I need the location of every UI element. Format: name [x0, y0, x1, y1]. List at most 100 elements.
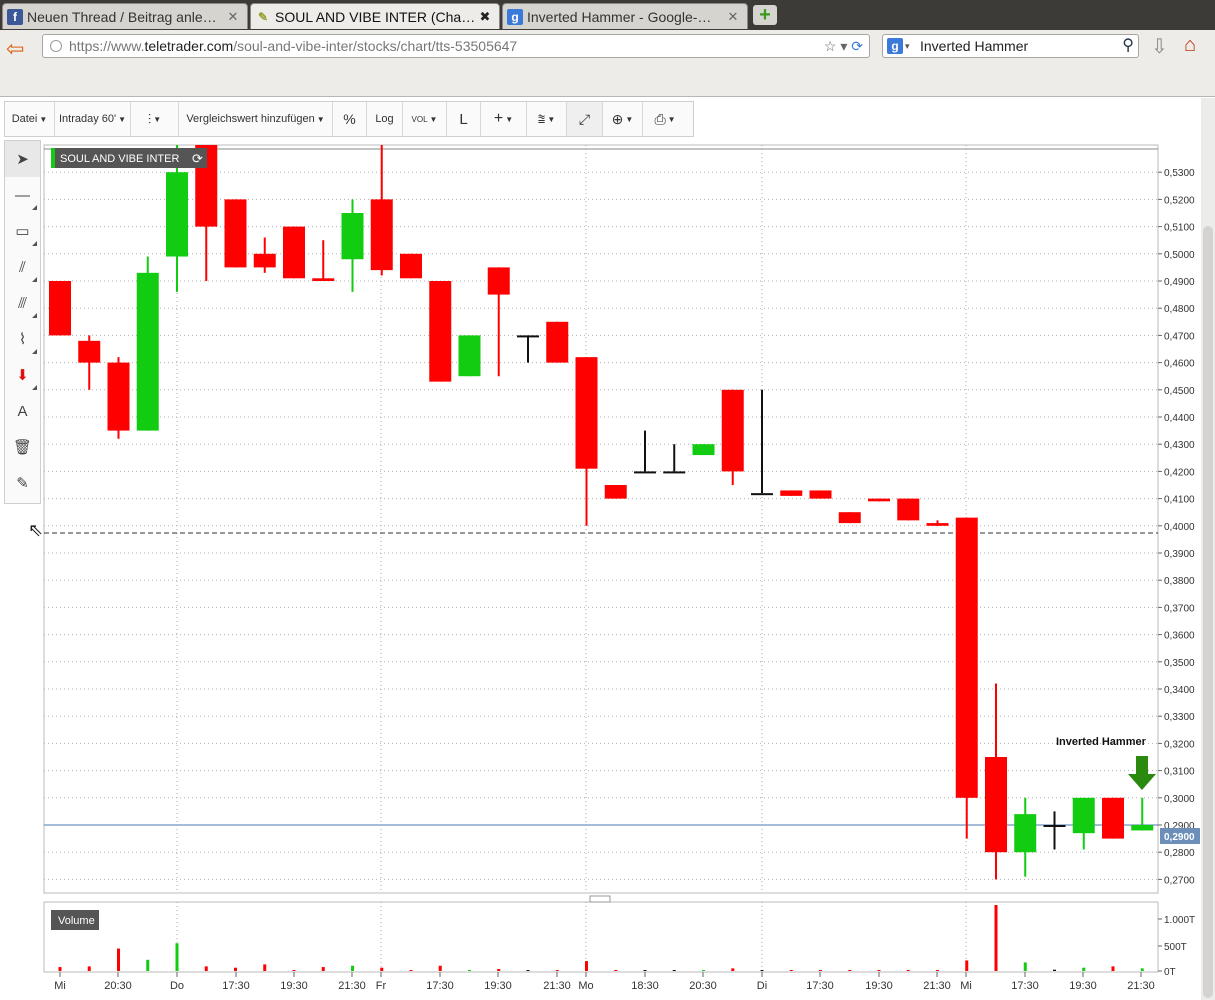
- volume-bar: [1023, 962, 1027, 971]
- volume-bar: [204, 966, 208, 971]
- x-tick-label: Do: [170, 980, 184, 992]
- candle: [283, 226, 305, 279]
- bookmark-star-icon[interactable]: ☆ ▾ ⟳: [824, 35, 863, 57]
- volume-bar: [351, 965, 354, 971]
- tab-title: Inverted Hammer - Google-…: [527, 8, 712, 25]
- candle: [926, 520, 949, 526]
- crosshair-button[interactable]: + ▼: [481, 102, 527, 136]
- percent-label: %: [343, 111, 356, 127]
- volume-pane-frame: [43, 901, 1159, 973]
- volume-bar: [702, 970, 705, 971]
- refresh-icon[interactable]: ⟳: [192, 151, 203, 166]
- url-path: /soul-and-vibe-inter/stocks/chart/tts-53…: [233, 38, 518, 54]
- x-tick-label: 19:30: [280, 980, 308, 992]
- back-arrow-icon[interactable]: ⇦: [6, 36, 24, 62]
- chevron-down-icon: ▼: [547, 114, 556, 124]
- tab-title: SOUL AND VIBE INTER (Cha…: [275, 8, 476, 25]
- globe-icon: [50, 40, 62, 52]
- crosshair-icon: +: [493, 110, 504, 127]
- close-tab-icon[interactable]: ✕: [725, 9, 741, 25]
- candle: [107, 357, 130, 439]
- candles-group: [49, 145, 1154, 880]
- volume-bar: [585, 961, 588, 971]
- y-tick-label: 0,4200: [1164, 467, 1195, 478]
- new-tab-button[interactable]: +: [753, 5, 777, 25]
- reload-icon[interactable]: ⟳: [851, 38, 863, 54]
- volume-tick-label: 500T: [1164, 942, 1187, 953]
- volume-bar: [1053, 969, 1056, 971]
- candle: [604, 485, 627, 499]
- page-scrollbar[interactable]: [1201, 98, 1215, 1000]
- candlestick-chart[interactable]: 0,2700 0,2800 0,2900 0,3000 0,3100 0,3200 0,33…: [0, 140, 1200, 1000]
- url-bar[interactable]: https://www.teletrader.com/soul-and-vibe…: [42, 34, 870, 58]
- candle: [49, 281, 71, 336]
- volume-bar: [58, 967, 62, 971]
- close-tab-icon[interactable]: ✖: [477, 9, 493, 25]
- add-comparison-button[interactable]: Vergleichswert hinzufügen ▼: [179, 102, 333, 136]
- volume-bar: [819, 970, 822, 971]
- volume-bar: [877, 970, 881, 971]
- browser-tab-chart[interactable]: ✎ SOUL AND VIBE INTER (Cha… ✖: [250, 3, 500, 29]
- search-input[interactable]: Inverted Hammer: [920, 38, 1028, 54]
- x-tick-label: 17:30: [806, 980, 834, 992]
- browser-tab-forum[interactable]: f Neuen Thread / Beitrag anle… ✕: [2, 3, 248, 29]
- search-box[interactable]: g ▾ Inverted Hammer ⚲: [882, 34, 1139, 58]
- annotation-arrow-icon[interactable]: [1128, 756, 1156, 790]
- y-tick-label: 0,4700: [1164, 331, 1195, 342]
- y-tick-label: 0,3400: [1164, 685, 1195, 696]
- candle: [809, 490, 832, 499]
- candle-body: [751, 493, 773, 496]
- chart-type-button[interactable]: ⫶ ▼: [131, 102, 179, 136]
- candle: [487, 267, 510, 377]
- candle-body: [341, 213, 364, 260]
- candle: [429, 281, 452, 382]
- candle-body: [575, 357, 598, 469]
- volume-label: Volume: [58, 915, 95, 927]
- browser-tab-google[interactable]: g Inverted Hammer - Google-… ✕: [502, 3, 748, 29]
- volume-bar: [409, 970, 413, 971]
- chevron-down-icon: ▼: [505, 114, 514, 124]
- fullscreen-icon: ⤢: [578, 110, 591, 127]
- candle-body: [1072, 797, 1095, 834]
- chevron-down-icon: ▼: [429, 114, 438, 124]
- y-tick-label: 0,3000: [1164, 794, 1195, 805]
- candle: [1072, 797, 1095, 850]
- line-style-button[interactable]: L: [447, 102, 481, 136]
- close-tab-icon[interactable]: ✕: [225, 9, 241, 25]
- file-menu-button[interactable]: Datei ▼: [5, 102, 55, 136]
- volume-bar: [1082, 967, 1086, 971]
- percent-button[interactable]: %: [333, 102, 367, 136]
- fullscreen-button[interactable]: ⤢: [567, 102, 603, 136]
- candle: [312, 240, 335, 281]
- tab-title: Neuen Thread / Beitrag anle…: [27, 8, 217, 25]
- candle-body: [517, 335, 539, 338]
- scrollbar-thumb[interactable]: [1203, 226, 1213, 998]
- volume-bar: [643, 970, 647, 971]
- google-icon: g: [887, 38, 903, 54]
- volume-bar: [87, 966, 91, 971]
- chevron-down-icon[interactable]: ▾: [905, 35, 910, 57]
- y-tick-label: 0,3900: [1164, 549, 1195, 560]
- volume-button[interactable]: VOL ▼: [403, 102, 447, 136]
- candle: [780, 490, 803, 496]
- download-icon[interactable]: ⇩: [1151, 34, 1168, 59]
- y-tick-label: 0,3800: [1164, 576, 1195, 587]
- print-button[interactable]: ⎙ ▼: [643, 102, 687, 136]
- search-icon[interactable]: ⚲: [1122, 35, 1134, 57]
- interval-select[interactable]: Intraday 60' ▼: [55, 102, 131, 136]
- zoom-button[interactable]: ⊕ ▼: [603, 102, 643, 136]
- y-tick-label: 0,4500: [1164, 386, 1195, 397]
- x-tick-label: 21:30: [338, 980, 366, 992]
- volume-tick-label: 1.000T: [1164, 915, 1195, 926]
- candle-body: [809, 490, 832, 499]
- x-tick-label: 17:30: [426, 980, 454, 992]
- home-icon[interactable]: ⌂: [1184, 34, 1196, 57]
- indicator-button[interactable]: ⩰ ▼: [527, 102, 567, 136]
- log-scale-button[interactable]: Log: [367, 102, 403, 136]
- chevron-down-icon: ▼: [316, 114, 325, 124]
- candle: [1131, 797, 1154, 831]
- candle: [897, 498, 920, 521]
- x-tick-label: Fr: [376, 980, 387, 992]
- log-label: Log: [375, 113, 394, 125]
- pane-resize-handle[interactable]: [589, 895, 611, 903]
